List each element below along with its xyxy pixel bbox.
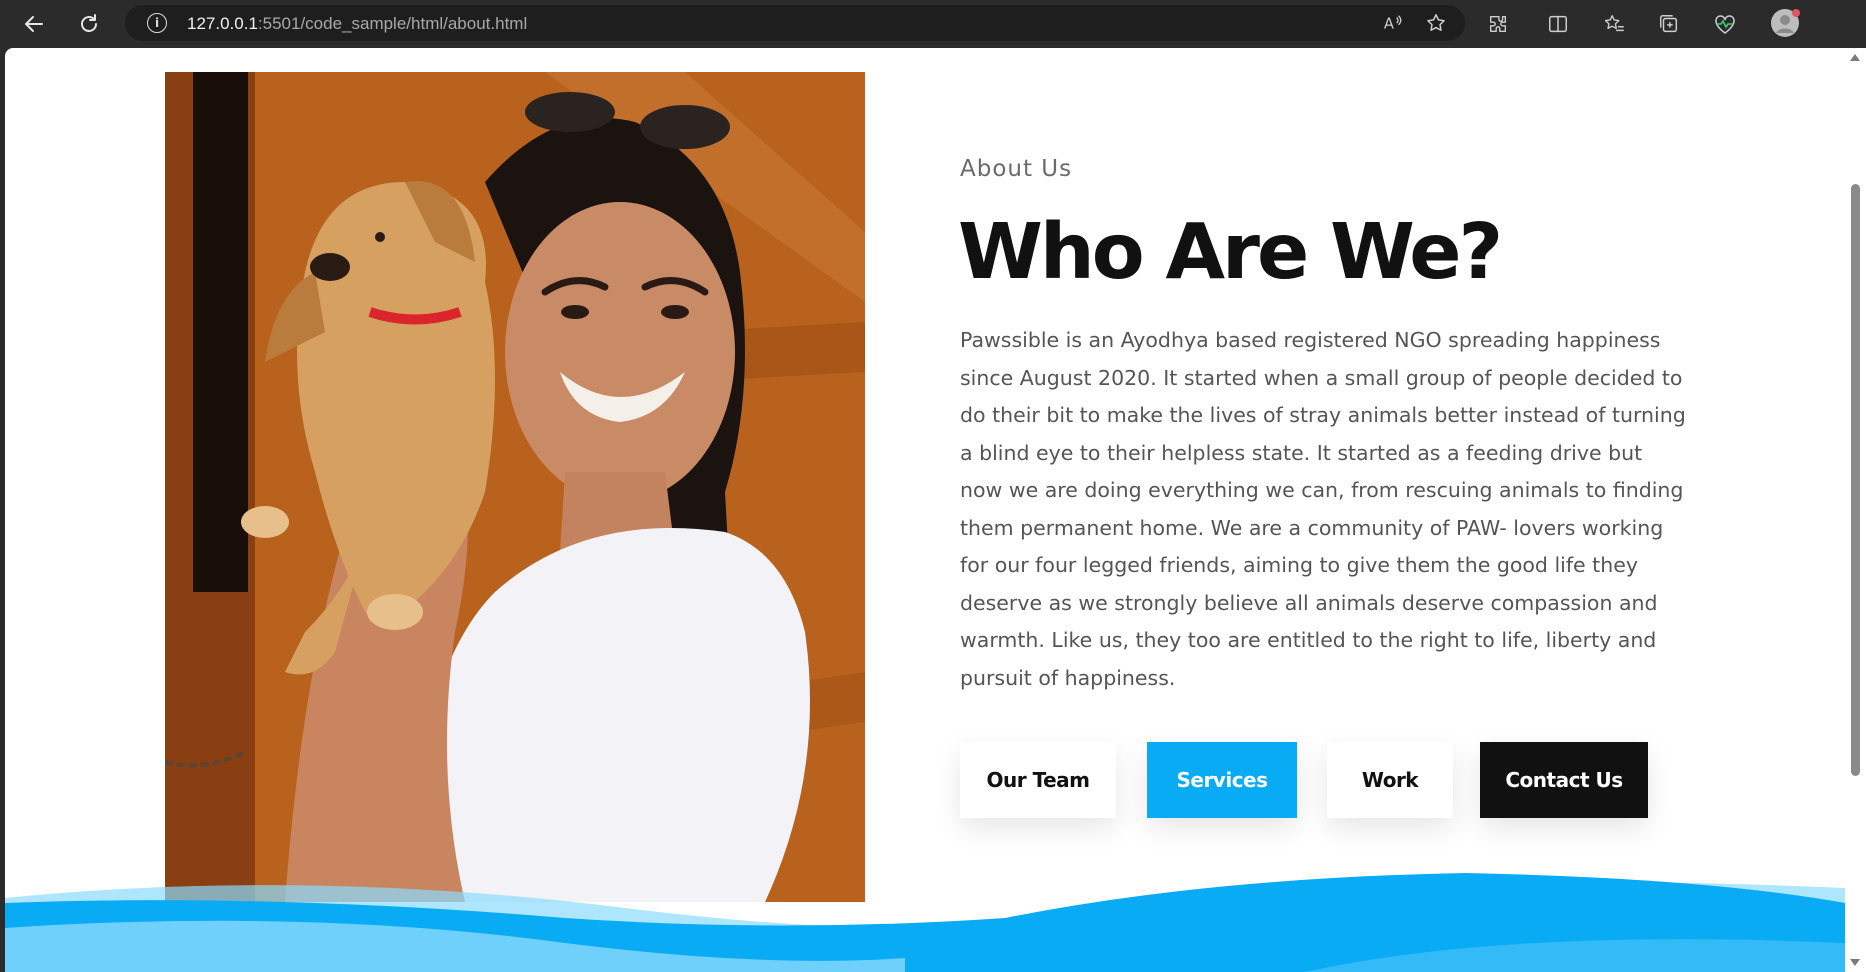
browser-toolbar: i 127.0.0.1:5501/code_sample/html/about.…: [0, 0, 1866, 48]
our-team-button[interactable]: Our Team: [960, 742, 1116, 818]
site-info-icon[interactable]: i: [147, 13, 167, 33]
about-eyebrow: About Us: [960, 156, 1073, 182]
page-title: Who Are We?: [958, 208, 1503, 297]
services-button[interactable]: Services: [1147, 742, 1297, 818]
browser-essentials-icon[interactable]: [1712, 11, 1738, 37]
decorative-waves: [5, 873, 1845, 972]
work-button[interactable]: Work: [1327, 742, 1453, 818]
address-bar[interactable]: i 127.0.0.1:5501/code_sample/html/about.…: [125, 5, 1465, 41]
refresh-icon[interactable]: [75, 10, 103, 38]
back-arrow-icon[interactable]: [20, 10, 48, 38]
extensions-icon[interactable]: [1485, 11, 1511, 37]
favorite-star-icon[interactable]: [1423, 10, 1449, 36]
collections-icon[interactable]: [1656, 11, 1682, 37]
scroll-down-icon[interactable]: [1850, 959, 1860, 966]
page-scrollbar[interactable]: [1845, 48, 1866, 972]
url-host: 127.0.0.1: [187, 14, 258, 33]
read-aloud-icon[interactable]: A: [1380, 10, 1406, 36]
contact-us-button[interactable]: Contact Us: [1480, 742, 1648, 818]
about-paragraph: Pawssible is an Ayodhya based registered…: [960, 328, 1686, 690]
split-screen-icon[interactable]: [1545, 11, 1571, 37]
scroll-up-icon[interactable]: [1850, 54, 1860, 61]
profile-avatar-icon[interactable]: [1770, 8, 1800, 38]
page-viewport: About Us Who Are We? Pawssible is an Ayo…: [5, 48, 1845, 972]
svg-text:A: A: [1384, 16, 1394, 33]
scrollbar-thumb[interactable]: [1851, 184, 1860, 776]
about-photo-woman-with-puppy: [165, 72, 865, 902]
favorites-icon[interactable]: [1601, 11, 1627, 37]
url-path: :5501/code_sample/html/about.html: [257, 14, 528, 33]
url-text[interactable]: 127.0.0.1:5501/code_sample/html/about.ht…: [187, 14, 527, 34]
